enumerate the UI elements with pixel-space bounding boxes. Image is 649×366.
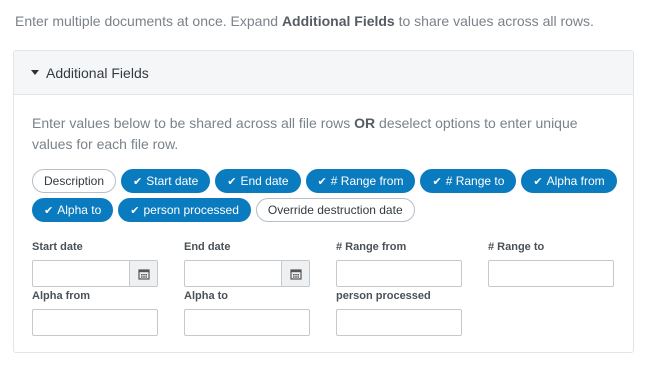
range-from-field: # Range from [336, 241, 463, 287]
chip-alpha-to[interactable]: ✔ Alpha to [32, 198, 114, 222]
start-date-input[interactable] [32, 260, 158, 287]
additional-fields-toggle[interactable]: Additional Fields [14, 51, 633, 95]
shared-fields: Start date End date # Range from # Range… [32, 241, 622, 341]
chip-description[interactable]: Description [32, 169, 117, 193]
chip-range-from[interactable]: ✔ # Range from [305, 169, 416, 193]
end-date-field: End date [184, 241, 311, 287]
additional-fields-panel: Additional Fields Enter values below to … [13, 50, 634, 353]
range-to-field: # Range to [488, 241, 615, 287]
alpha-from-input[interactable] [32, 309, 158, 336]
alpha-from-label: Alpha from [32, 290, 91, 302]
check-icon: ✔ [227, 175, 237, 188]
alpha-to-label: Alpha to [184, 290, 228, 302]
chip-label: Description [44, 174, 105, 188]
alpha-from-field: Alpha from [32, 290, 159, 336]
field-chips: Description ✔ Start date ✔ End date ✔ # Ran… [32, 169, 622, 222]
start-date-label: Start date [32, 241, 83, 253]
panel-title: Additional Fields [46, 64, 149, 81]
chip-alpha-from[interactable]: ✔ Alpha from [521, 169, 617, 193]
check-icon: ✔ [44, 204, 54, 217]
alpha-to-input[interactable] [184, 309, 310, 336]
chip-label: Alpha from [546, 174, 605, 188]
chip-label: Alpha to [57, 203, 102, 217]
end-date-label: End date [184, 241, 231, 253]
intro-text: Enter multiple documents at once. Expand… [15, 13, 594, 29]
chip-person-processed[interactable]: ✔ person processed [118, 198, 251, 222]
range-from-label: # Range from [336, 241, 407, 253]
end-date-input[interactable] [184, 260, 310, 287]
range-to-input[interactable] [488, 260, 614, 287]
panel-description: Enter values below to be shared across a… [32, 113, 602, 155]
check-icon: ✔ [317, 175, 327, 188]
start-date-field: Start date [32, 241, 159, 287]
panel-body: Enter values below to be shared across a… [14, 113, 633, 222]
intro-bold: Additional Fields [281, 13, 395, 29]
chip-label: # Range to [445, 174, 505, 188]
chip-end-date[interactable]: ✔ End date [215, 169, 301, 193]
caret-down-icon [31, 70, 39, 75]
chip-label: End date [240, 174, 289, 188]
chip-label: Override destruction date [267, 203, 403, 217]
check-icon: ✔ [533, 175, 543, 188]
range-to-label: # Range to [488, 241, 545, 253]
person-processed-label: person processed [336, 290, 431, 302]
range-from-input[interactable] [336, 260, 462, 287]
person-processed-input[interactable] [336, 309, 462, 336]
chip-override-destruction-date[interactable]: Override destruction date [255, 198, 415, 222]
chip-start-date[interactable]: ✔ Start date [121, 169, 211, 193]
alpha-to-field: Alpha to [184, 290, 311, 336]
check-icon: ✔ [130, 204, 140, 217]
chip-range-to[interactable]: ✔ # Range to [420, 169, 517, 193]
chip-label: Start date [146, 174, 199, 188]
intro-suffix: to share values across all rows. [394, 13, 594, 29]
calendar-icon[interactable] [281, 261, 309, 286]
person-processed-field: person processed [336, 290, 463, 336]
check-icon: ✔ [432, 175, 442, 188]
desc-prefix: Enter values below to be shared across a… [32, 115, 355, 131]
check-icon: ✔ [133, 175, 143, 188]
desc-bold: OR [354, 115, 376, 131]
chip-label: person processed [143, 203, 239, 217]
intro-prefix: Enter multiple documents at once. Expand [15, 13, 282, 29]
chip-label: # Range from [330, 174, 404, 188]
calendar-icon[interactable] [129, 261, 157, 286]
